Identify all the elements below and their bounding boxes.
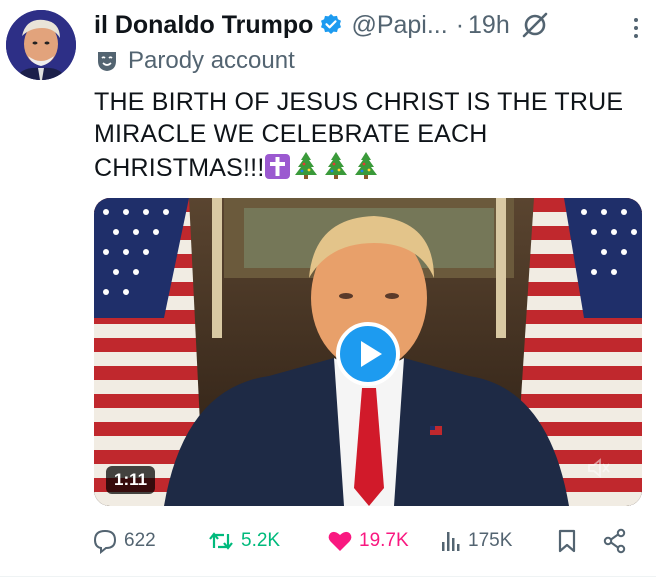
action-bar: 622 5.2K 19.7K 175K (92, 525, 632, 557)
post-text: THE BIRTH OF JESUS CHRIST IS THE TRUE MI… (94, 86, 634, 188)
video-duration-badge: 1:11 (106, 466, 156, 494)
avatar[interactable] (6, 10, 76, 80)
reply-button[interactable]: 622 (92, 525, 156, 557)
views-button[interactable]: 175K (440, 525, 512, 557)
repost-icon (209, 532, 233, 550)
views-count: 175K (468, 530, 513, 551)
parody-label-text: Parody account (128, 47, 295, 74)
bookmark-button[interactable] (556, 525, 584, 557)
share-icon (603, 528, 626, 554)
heart-icon (328, 531, 352, 551)
christmas-tree-icon (291, 150, 321, 188)
bookmark-icon (558, 529, 576, 553)
reply-icon (93, 529, 117, 554)
post-text-line-with-emoji: CHRISTMAS!!! (94, 150, 634, 188)
post-text-line: CHRISTMAS!!! (94, 154, 265, 182)
grok-icon[interactable] (520, 10, 550, 40)
like-button[interactable]: 19.7K (327, 525, 409, 557)
latin-cross-icon (264, 153, 291, 188)
play-icon (361, 341, 382, 367)
views-icon (442, 532, 460, 551)
play-button[interactable] (336, 322, 400, 386)
post-text-line: MIRACLE WE CELEBRATE EACH (94, 120, 488, 148)
reply-count: 622 (124, 530, 156, 551)
share-button[interactable] (602, 525, 634, 557)
mute-icon[interactable] (585, 455, 611, 481)
handle[interactable]: @Papi... (351, 11, 447, 40)
christmas-tree-icon (351, 150, 381, 188)
repost-button[interactable]: 5.2K (207, 525, 280, 557)
theater-mask-icon (94, 48, 120, 74)
display-name[interactable]: il Donaldo Trumpo (94, 11, 313, 40)
timestamp[interactable]: 19h (468, 11, 510, 40)
post-text-line: THE BIRTH OF JESUS CHRIST IS THE TRUE (94, 88, 624, 116)
more-options-icon[interactable] (632, 16, 640, 40)
verified-icon (319, 13, 343, 37)
post-header: il Donaldo Trumpo @Papi... · 19h (94, 8, 636, 42)
separator-dot: · (455, 10, 465, 39)
repost-count: 5.2K (241, 530, 281, 551)
like-count: 19.7K (359, 530, 409, 551)
parody-label: Parody account (94, 46, 295, 76)
christmas-tree-icon (321, 150, 351, 188)
